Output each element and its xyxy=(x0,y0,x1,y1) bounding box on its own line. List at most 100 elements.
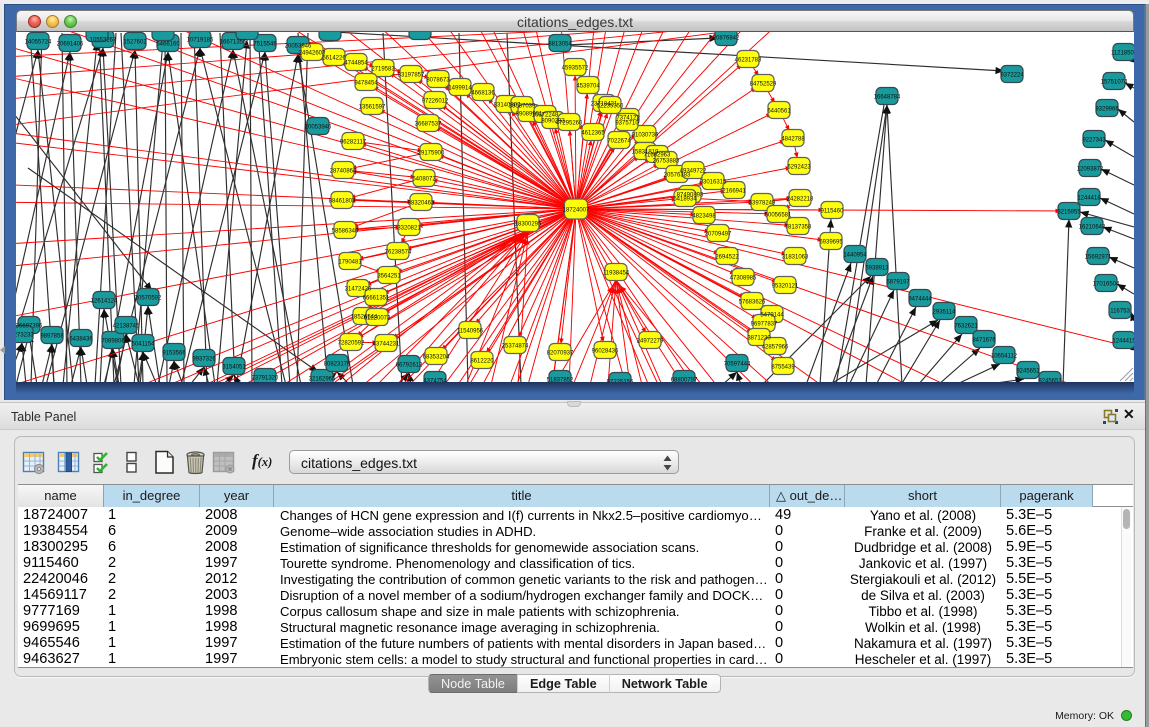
svg-text:84752529: 84752529 xyxy=(750,81,777,87)
svg-text:82070937: 82070937 xyxy=(547,350,574,356)
svg-text:16671355: 16671355 xyxy=(220,39,247,45)
svg-text:58586340: 58586340 xyxy=(332,228,359,234)
svg-text:3215955: 3215955 xyxy=(1057,209,1081,215)
svg-text:43744231: 43744231 xyxy=(373,341,400,347)
svg-text:6438436: 6438436 xyxy=(69,336,93,342)
svg-text:20570592: 20570592 xyxy=(135,295,162,301)
svg-text:5479144: 5479144 xyxy=(760,312,784,318)
svg-text:8471676: 8471676 xyxy=(972,337,996,343)
svg-text:3320821: 3320821 xyxy=(397,225,421,231)
svg-text:8612220: 8612220 xyxy=(470,358,494,364)
svg-text:1499914: 1499914 xyxy=(448,85,472,91)
svg-text:11218506: 11218506 xyxy=(1111,50,1134,56)
svg-text:96977837: 96977837 xyxy=(751,321,778,327)
svg-text:18300295: 18300295 xyxy=(515,221,542,227)
svg-text:96282117: 96282117 xyxy=(340,139,367,145)
svg-text:9115460: 9115460 xyxy=(821,208,845,214)
svg-text:9897858: 9897858 xyxy=(40,333,64,339)
svg-text:50056581: 50056581 xyxy=(765,212,792,218)
svg-text:95320121: 95320121 xyxy=(772,283,799,289)
svg-text:47308985: 47308985 xyxy=(730,275,757,281)
svg-text:20709497: 20709497 xyxy=(705,231,732,237)
svg-text:9227343: 9227343 xyxy=(1082,137,1106,143)
svg-text:24282218: 24282218 xyxy=(787,196,814,202)
svg-text:6466160: 6466160 xyxy=(156,41,180,47)
svg-text:15751074: 15751074 xyxy=(1101,79,1128,85)
svg-text:9937326: 9937326 xyxy=(192,356,216,362)
svg-text:2935114: 2935114 xyxy=(933,309,957,315)
svg-text:73791320: 73791320 xyxy=(252,375,279,381)
svg-text:96028436: 96028436 xyxy=(592,348,619,354)
svg-text:57683626: 57683626 xyxy=(739,299,766,305)
svg-text:47295260: 47295260 xyxy=(556,120,583,126)
svg-text:20876842: 20876842 xyxy=(713,35,740,41)
svg-text:9329966: 9329966 xyxy=(1095,106,1119,112)
svg-text:20691406: 20691406 xyxy=(57,41,84,47)
svg-text:76238574: 76238574 xyxy=(385,249,412,255)
svg-text:66661351: 66661351 xyxy=(363,295,390,301)
svg-text:16210643: 16210643 xyxy=(1079,224,1106,230)
svg-text:6879197: 6879197 xyxy=(886,279,910,285)
svg-text:11540956: 11540956 xyxy=(457,328,484,334)
svg-text:66792612: 66792612 xyxy=(396,362,423,368)
svg-text:88461803: 88461803 xyxy=(329,198,356,204)
svg-text:1440954: 1440954 xyxy=(843,252,867,258)
svg-text:15692971: 15692971 xyxy=(1085,254,1112,260)
svg-text:9153566: 9153566 xyxy=(162,350,186,356)
svg-text:8813054: 8813054 xyxy=(548,41,572,47)
svg-text:3564251: 3564251 xyxy=(377,273,401,279)
svg-text:9478454: 9478454 xyxy=(354,80,378,86)
svg-text:88320463: 88320463 xyxy=(408,200,435,206)
svg-text:7632621: 7632621 xyxy=(954,323,978,329)
svg-text:1244415: 1244415 xyxy=(1112,338,1134,344)
svg-text:4668136: 4668136 xyxy=(471,90,495,96)
svg-text:12093872: 12093872 xyxy=(1077,166,1104,172)
svg-text:1527602: 1527602 xyxy=(123,39,147,45)
svg-text:12614124: 12614124 xyxy=(91,298,118,304)
svg-text:28740864: 28740864 xyxy=(330,168,357,174)
svg-text:1790481: 1790481 xyxy=(338,259,362,265)
svg-text:70597444: 70597444 xyxy=(724,361,751,367)
svg-text:10553267: 10553267 xyxy=(90,37,117,43)
svg-text:9372224: 9372224 xyxy=(1000,72,1024,78)
svg-text:31831063: 31831063 xyxy=(782,254,809,260)
svg-text:6939695: 6939695 xyxy=(819,239,843,245)
svg-text:52235350: 52235350 xyxy=(597,103,624,109)
svg-text:83197857: 83197857 xyxy=(398,72,425,78)
svg-text:78137358: 78137358 xyxy=(785,224,812,230)
svg-text:7515546: 7515546 xyxy=(253,41,277,47)
svg-text:3154051: 3154051 xyxy=(222,364,246,370)
svg-text:25374874: 25374874 xyxy=(502,343,529,349)
svg-text:9375710: 9375710 xyxy=(615,120,639,126)
svg-text:20053946: 20053946 xyxy=(305,124,332,130)
svg-text:33978249: 33978249 xyxy=(749,200,776,206)
svg-text:31472420: 31472420 xyxy=(345,286,372,292)
svg-text:4842788: 4842788 xyxy=(781,136,805,142)
svg-text:7022674: 7022674 xyxy=(607,138,631,144)
svg-text:4539704: 4539704 xyxy=(576,83,600,89)
svg-text:8755439: 8755439 xyxy=(771,364,795,370)
svg-text:14055724: 14055724 xyxy=(25,39,52,45)
svg-text:5614226: 5614226 xyxy=(322,55,346,61)
svg-text:20053946: 20053946 xyxy=(285,43,312,49)
svg-text:7089806: 7089806 xyxy=(101,338,125,344)
svg-text:2719583: 2719583 xyxy=(371,66,395,72)
svg-text:1244418: 1244418 xyxy=(1077,195,1101,201)
svg-text:2694522: 2694522 xyxy=(715,254,739,260)
svg-text:6292423: 6292423 xyxy=(787,164,811,170)
svg-text:4744854: 4744854 xyxy=(344,60,368,66)
svg-text:36697396: 36697396 xyxy=(16,323,43,329)
svg-text:9474444: 9474444 xyxy=(908,296,932,302)
svg-text:5408072: 5408072 xyxy=(412,176,436,182)
svg-text:93016315: 93016315 xyxy=(700,179,727,185)
svg-text:29175900: 29175900 xyxy=(418,150,445,156)
svg-text:11938454: 11938454 xyxy=(603,270,630,276)
svg-text:80823176: 80823176 xyxy=(324,361,351,367)
svg-text:9245652: 9245652 xyxy=(1016,368,1040,374)
svg-text:97226012: 97226012 xyxy=(422,98,449,104)
svg-text:18724007: 18724007 xyxy=(563,207,590,213)
svg-text:26753883: 26753883 xyxy=(653,158,680,164)
svg-text:5418934: 5418934 xyxy=(673,196,697,202)
svg-text:5938913: 5938913 xyxy=(865,265,889,271)
svg-text:17016504: 17016504 xyxy=(1093,281,1120,287)
